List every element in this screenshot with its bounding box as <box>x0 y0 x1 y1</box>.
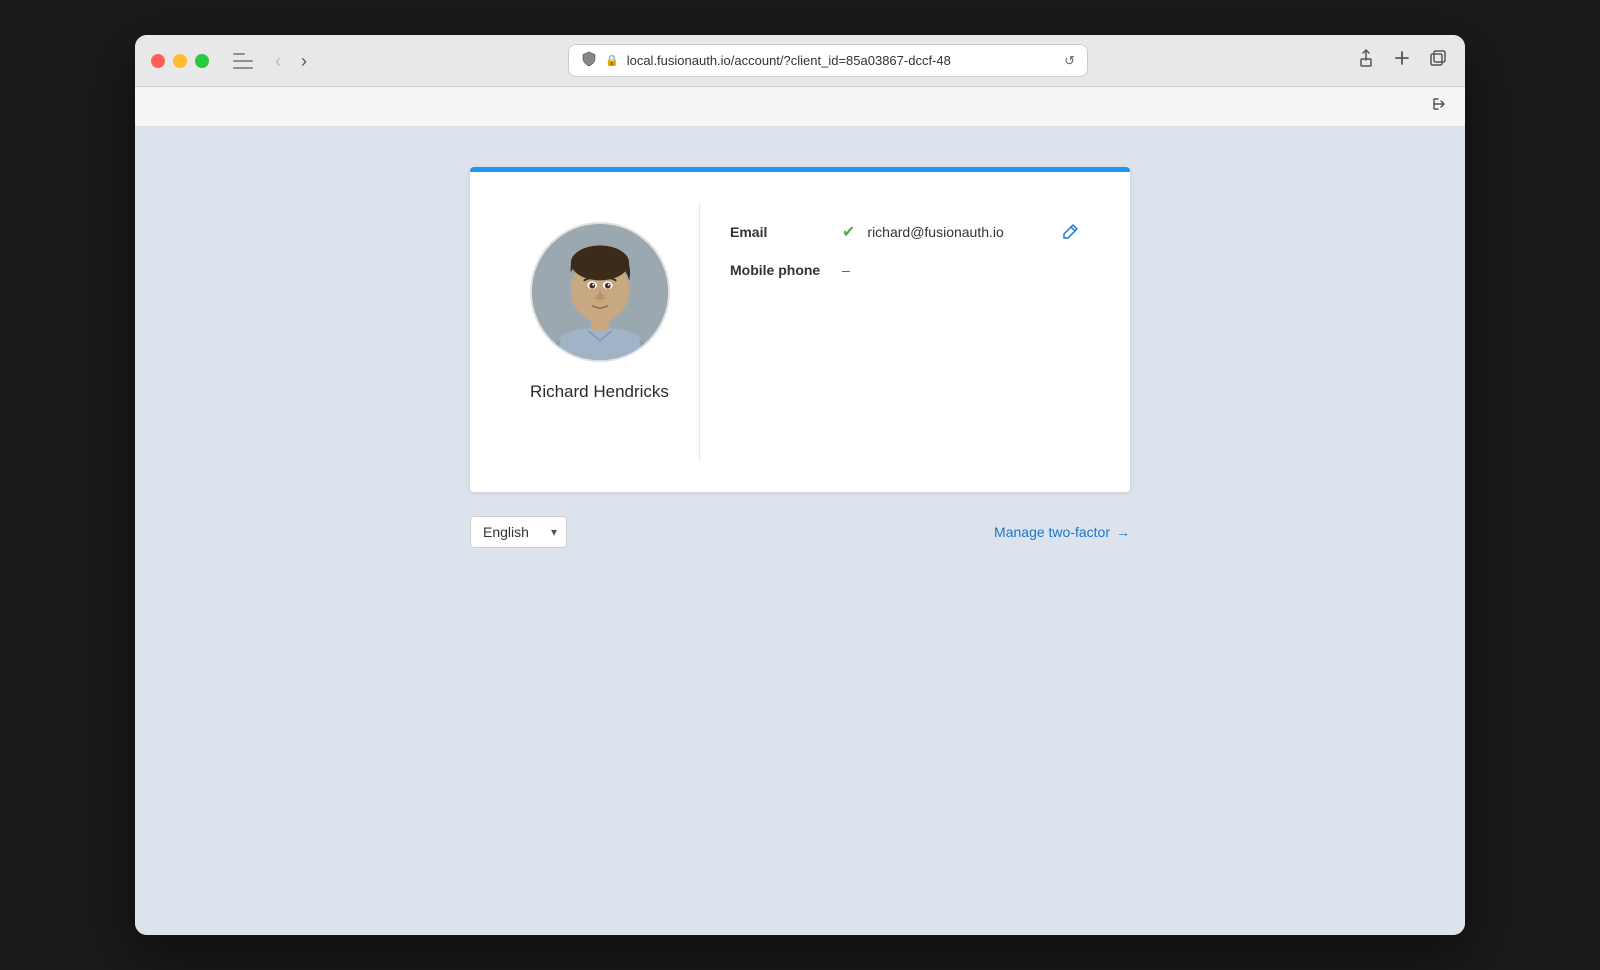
page-content: Richard Hendricks Email ✔ richard@fusion… <box>135 127 1465 935</box>
maximize-button[interactable] <box>195 54 209 68</box>
card-left: Richard Hendricks <box>500 202 700 462</box>
email-value: richard@fusionauth.io <box>867 224 1003 240</box>
exit-icon[interactable] <box>1431 95 1449 118</box>
card-right: Email ✔ richard@fusionauth.io Mobile pho… <box>700 202 1100 462</box>
address-bar[interactable]: 🔒 local.fusionauth.io/account/?client_id… <box>568 44 1088 77</box>
email-row: Email ✔ richard@fusionauth.io <box>730 222 1070 242</box>
manage-two-factor-label: Manage two-factor <box>994 524 1110 540</box>
language-select-wrapper: English Spanish French German ▾ <box>470 516 567 548</box>
tabs-button[interactable] <box>1427 47 1449 74</box>
minimize-button[interactable] <box>173 54 187 68</box>
secondary-toolbar <box>135 87 1465 127</box>
toolbar-right <box>1355 47 1449 74</box>
nav-buttons: ‹ › <box>269 50 313 72</box>
sidebar-toggle-button[interactable] <box>233 53 253 69</box>
mobile-label: Mobile phone <box>730 262 830 278</box>
user-name: Richard Hendricks <box>530 382 669 402</box>
language-select[interactable]: English Spanish French German <box>470 516 567 548</box>
mobile-value: – <box>842 262 850 278</box>
profile-card: Richard Hendricks Email ✔ richard@fusion… <box>470 167 1130 492</box>
manage-two-factor-link[interactable]: Manage two-factor → <box>994 524 1130 540</box>
shield-icon <box>581 51 597 70</box>
avatar <box>532 224 668 360</box>
avatar-container <box>530 222 670 362</box>
new-tab-button[interactable] <box>1391 47 1413 74</box>
card-body: Richard Hendricks Email ✔ richard@fusion… <box>470 172 1130 492</box>
back-button[interactable]: ‹ <box>269 50 287 72</box>
email-label: Email <box>730 224 830 240</box>
browser-window: ‹ › 🔒 local.fusionauth.io/account/?clien… <box>135 35 1465 935</box>
url-text: local.fusionauth.io/account/?client_id=8… <box>627 53 1056 68</box>
title-bar: ‹ › 🔒 local.fusionauth.io/account/?clien… <box>135 35 1465 87</box>
edit-button[interactable] <box>1058 218 1084 249</box>
share-button[interactable] <box>1355 47 1377 74</box>
verified-icon: ✔ <box>842 222 855 242</box>
arrow-right-icon: → <box>1116 524 1130 540</box>
close-button[interactable] <box>151 54 165 68</box>
forward-button[interactable]: › <box>295 50 313 72</box>
reload-button[interactable]: ↺ <box>1064 53 1075 69</box>
page-footer: English Spanish French German ▾ Manage t… <box>470 516 1130 548</box>
mobile-row: Mobile phone – <box>730 262 1070 278</box>
address-bar-container: 🔒 local.fusionauth.io/account/?client_id… <box>325 44 1331 77</box>
traffic-lights <box>151 54 209 68</box>
lock-icon: 🔒 <box>605 54 619 67</box>
